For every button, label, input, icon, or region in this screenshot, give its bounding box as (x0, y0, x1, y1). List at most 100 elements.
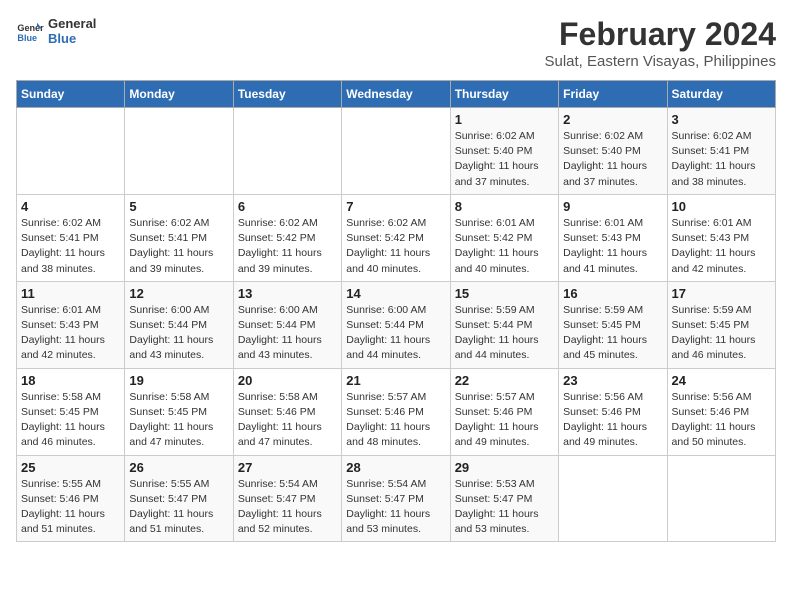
day-info: Sunrise: 5:53 AMSunset: 5:47 PMDaylight:… (455, 477, 554, 538)
day-number: 1 (455, 112, 554, 127)
calendar-cell (125, 108, 233, 195)
day-info: Sunrise: 5:57 AMSunset: 5:46 PMDaylight:… (346, 390, 445, 451)
day-number: 19 (129, 373, 228, 388)
calendar-cell: 4Sunrise: 6:02 AMSunset: 5:41 PMDaylight… (17, 194, 125, 281)
day-info: Sunrise: 6:02 AMSunset: 5:41 PMDaylight:… (129, 216, 228, 277)
day-number: 3 (672, 112, 771, 127)
calendar-cell (233, 108, 341, 195)
calendar-header-friday: Friday (559, 81, 667, 108)
day-info: Sunrise: 5:54 AMSunset: 5:47 PMDaylight:… (346, 477, 445, 538)
calendar-header-sunday: Sunday (17, 81, 125, 108)
calendar-cell (559, 455, 667, 542)
day-info: Sunrise: 6:02 AMSunset: 5:40 PMDaylight:… (455, 129, 554, 190)
calendar-cell: 9Sunrise: 6:01 AMSunset: 5:43 PMDaylight… (559, 194, 667, 281)
calendar-cell: 23 Sunrise: 5:56 AMSunset: 5:46 PMDayligh… (559, 368, 667, 455)
day-info: Sunrise: 6:02 AMSunset: 5:41 PMDaylight:… (672, 129, 771, 190)
calendar-cell: 3 Sunrise: 6:02 AMSunset: 5:41 PMDaylight… (667, 108, 775, 195)
calendar-cell: 2 Sunrise: 6:02 AMSunset: 5:40 PMDaylight… (559, 108, 667, 195)
calendar-cell: 18 Sunrise: 5:58 AMSunset: 5:45 PMDayligh… (17, 368, 125, 455)
calendar-cell: 20 Sunrise: 5:58 AMSunset: 5:46 PMDayligh… (233, 368, 341, 455)
calendar-cell: 1 Sunrise: 6:02 AMSunset: 5:40 PMDaylight… (450, 108, 558, 195)
day-info: Sunrise: 6:00 AMSunset: 5:44 PMDaylight:… (129, 303, 228, 364)
calendar-week-2: 4Sunrise: 6:02 AMSunset: 5:41 PMDaylight… (17, 194, 776, 281)
day-info: Sunrise: 6:02 AMSunset: 5:42 PMDaylight:… (238, 216, 337, 277)
logo-icon: General Blue (16, 17, 44, 45)
day-number: 2 (563, 112, 662, 127)
calendar-week-1: 1 Sunrise: 6:02 AMSunset: 5:40 PMDaylight… (17, 108, 776, 195)
day-info: Sunrise: 5:59 AMSunset: 5:45 PMDaylight:… (563, 303, 662, 364)
day-info: Sunrise: 6:01 AMSunset: 5:43 PMDaylight:… (672, 216, 771, 277)
calendar-cell: 29 Sunrise: 5:53 AMSunset: 5:47 PMDayligh… (450, 455, 558, 542)
day-info: Sunrise: 6:01 AMSunset: 5:42 PMDaylight:… (455, 216, 554, 277)
calendar-cell: 7 Sunrise: 6:02 AMSunset: 5:42 PMDaylight… (342, 194, 450, 281)
calendar-cell: 28 Sunrise: 5:54 AMSunset: 5:47 PMDayligh… (342, 455, 450, 542)
day-number: 5 (129, 199, 228, 214)
day-number: 7 (346, 199, 445, 214)
calendar-table: SundayMondayTuesdayWednesdayThursdayFrid… (16, 80, 776, 542)
calendar-header-saturday: Saturday (667, 81, 775, 108)
day-number: 23 (563, 373, 662, 388)
day-info: Sunrise: 5:55 AMSunset: 5:46 PMDaylight:… (21, 477, 120, 538)
day-info: Sunrise: 5:58 AMSunset: 5:46 PMDaylight:… (238, 390, 337, 451)
calendar-body: 1 Sunrise: 6:02 AMSunset: 5:40 PMDaylight… (17, 108, 776, 542)
day-number: 24 (672, 373, 771, 388)
calendar-cell: 24 Sunrise: 5:56 AMSunset: 5:46 PMDayligh… (667, 368, 775, 455)
calendar-cell (667, 455, 775, 542)
calendar-cell: 22Sunrise: 5:57 AMSunset: 5:46 PMDayligh… (450, 368, 558, 455)
title-section: February 2024 Sulat, Eastern Visayas, Ph… (544, 16, 776, 70)
day-info: Sunrise: 6:02 AMSunset: 5:42 PMDaylight:… (346, 216, 445, 277)
calendar-header-row: SundayMondayTuesdayWednesdayThursdayFrid… (17, 81, 776, 108)
day-info: Sunrise: 6:01 AMSunset: 5:43 PMDaylight:… (563, 216, 662, 277)
day-info: Sunrise: 5:57 AMSunset: 5:46 PMDaylight:… (455, 390, 554, 451)
calendar-cell: 6Sunrise: 6:02 AMSunset: 5:42 PMDaylight… (233, 194, 341, 281)
day-number: 13 (238, 286, 337, 301)
calendar-header-tuesday: Tuesday (233, 81, 341, 108)
calendar-week-3: 11Sunrise: 6:01 AMSunset: 5:43 PMDayligh… (17, 281, 776, 368)
calendar-cell: 17 Sunrise: 5:59 AMSunset: 5:45 PMDayligh… (667, 281, 775, 368)
day-info: Sunrise: 5:58 AMSunset: 5:45 PMDaylight:… (129, 390, 228, 451)
day-number: 14 (346, 286, 445, 301)
svg-text:Blue: Blue (17, 33, 37, 43)
day-info: Sunrise: 5:56 AMSunset: 5:46 PMDaylight:… (672, 390, 771, 451)
calendar-cell: 10 Sunrise: 6:01 AMSunset: 5:43 PMDayligh… (667, 194, 775, 281)
day-info: Sunrise: 6:00 AMSunset: 5:44 PMDaylight:… (238, 303, 337, 364)
calendar-cell: 13 Sunrise: 6:00 AMSunset: 5:44 PMDayligh… (233, 281, 341, 368)
day-number: 29 (455, 460, 554, 475)
day-info: Sunrise: 5:58 AMSunset: 5:45 PMDaylight:… (21, 390, 120, 451)
calendar-cell (342, 108, 450, 195)
calendar-cell: 25Sunrise: 5:55 AMSunset: 5:46 PMDayligh… (17, 455, 125, 542)
day-number: 15 (455, 286, 554, 301)
calendar-header-thursday: Thursday (450, 81, 558, 108)
day-info: Sunrise: 5:56 AMSunset: 5:46 PMDaylight:… (563, 390, 662, 451)
logo-general: General (48, 16, 96, 31)
day-number: 17 (672, 286, 771, 301)
day-info: Sunrise: 6:02 AMSunset: 5:41 PMDaylight:… (21, 216, 120, 277)
header: General Blue General Blue February 2024 … (16, 16, 776, 70)
day-number: 11 (21, 286, 120, 301)
day-number: 20 (238, 373, 337, 388)
calendar-cell: 21Sunrise: 5:57 AMSunset: 5:46 PMDayligh… (342, 368, 450, 455)
page-title: February 2024 (544, 16, 776, 53)
day-number: 8 (455, 199, 554, 214)
day-number: 26 (129, 460, 228, 475)
day-info: Sunrise: 6:02 AMSunset: 5:40 PMDaylight:… (563, 129, 662, 190)
day-info: Sunrise: 6:00 AMSunset: 5:44 PMDaylight:… (346, 303, 445, 364)
calendar-cell: 16Sunrise: 5:59 AMSunset: 5:45 PMDayligh… (559, 281, 667, 368)
calendar-cell: 19 Sunrise: 5:58 AMSunset: 5:45 PMDayligh… (125, 368, 233, 455)
page-subtitle: Sulat, Eastern Visayas, Philippines (544, 53, 776, 70)
calendar-cell: 15 Sunrise: 5:59 AMSunset: 5:44 PMDayligh… (450, 281, 558, 368)
day-number: 27 (238, 460, 337, 475)
calendar-header-wednesday: Wednesday (342, 81, 450, 108)
day-number: 18 (21, 373, 120, 388)
day-info: Sunrise: 5:59 AMSunset: 5:45 PMDaylight:… (672, 303, 771, 364)
day-number: 28 (346, 460, 445, 475)
day-number: 10 (672, 199, 771, 214)
calendar-cell: 14 Sunrise: 6:00 AMSunset: 5:44 PMDayligh… (342, 281, 450, 368)
calendar-cell: 5 Sunrise: 6:02 AMSunset: 5:41 PMDaylight… (125, 194, 233, 281)
day-info: Sunrise: 5:59 AMSunset: 5:44 PMDaylight:… (455, 303, 554, 364)
calendar-week-4: 18 Sunrise: 5:58 AMSunset: 5:45 PMDayligh… (17, 368, 776, 455)
day-info: Sunrise: 5:55 AMSunset: 5:47 PMDaylight:… (129, 477, 228, 538)
calendar-header-monday: Monday (125, 81, 233, 108)
calendar-week-5: 25Sunrise: 5:55 AMSunset: 5:46 PMDayligh… (17, 455, 776, 542)
calendar-cell: 11Sunrise: 6:01 AMSunset: 5:43 PMDayligh… (17, 281, 125, 368)
